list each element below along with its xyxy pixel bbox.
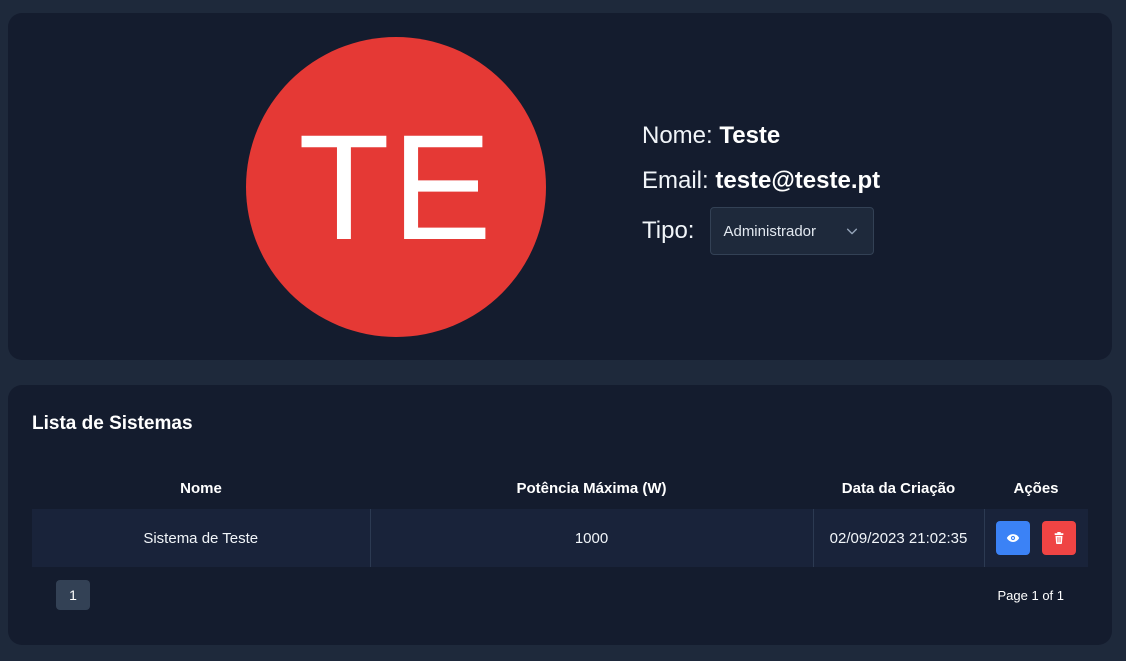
- view-system-button[interactable]: [996, 521, 1031, 555]
- email-value: teste@teste.pt: [715, 167, 881, 194]
- table-header-row: Nome Potência Máxima (W) Data da Criação…: [32, 467, 1088, 509]
- user-type-row: Tipo: Administrador: [642, 207, 875, 255]
- column-header-max-power: Potência Máxima (W): [516, 479, 667, 497]
- systems-title: Lista de Sistemas: [32, 413, 193, 434]
- systems-table: Nome Potência Máxima (W) Data da Criação…: [32, 467, 1088, 567]
- cell-system-name: Sistema de Teste: [32, 509, 371, 567]
- table-row: Sistema de Teste 1000 02/09/2023 21:02:3…: [32, 509, 1088, 567]
- delete-system-button[interactable]: [1042, 521, 1077, 555]
- systems-card: Lista de Sistemas Nome Potência Máxima (…: [8, 385, 1112, 645]
- column-header-actions: Ações: [1013, 479, 1059, 497]
- user-type-select[interactable]: Administrador: [710, 207, 875, 255]
- user-type-selected: Administrador: [723, 222, 817, 240]
- cell-actions: [984, 509, 1088, 567]
- type-label: Tipo:: [642, 217, 695, 244]
- email-label: Email:: [642, 167, 709, 194]
- column-header-name: Nome: [180, 479, 222, 497]
- user-avatar: TE: [246, 37, 546, 337]
- profile-card: TE Nome: Teste Email: teste@teste.pt Tip…: [8, 13, 1112, 360]
- name-value: Teste: [719, 122, 781, 149]
- eye-icon: [1007, 534, 1020, 542]
- name-label: Nome:: [642, 122, 713, 149]
- column-header-created: Data da Criação: [841, 479, 956, 497]
- cell-max-power: 1000: [370, 509, 814, 567]
- user-name-row: Nome: Teste: [642, 122, 780, 150]
- pagination-page-button[interactable]: 1: [56, 580, 90, 610]
- cell-created-date: 02/09/2023 21:02:35: [813, 509, 985, 567]
- chevron-down-icon: [847, 228, 858, 235]
- trash-icon: [1054, 532, 1064, 545]
- pagination-info: Page 1 of 1: [997, 588, 1065, 603]
- user-email-row: Email: teste@teste.pt: [642, 167, 880, 195]
